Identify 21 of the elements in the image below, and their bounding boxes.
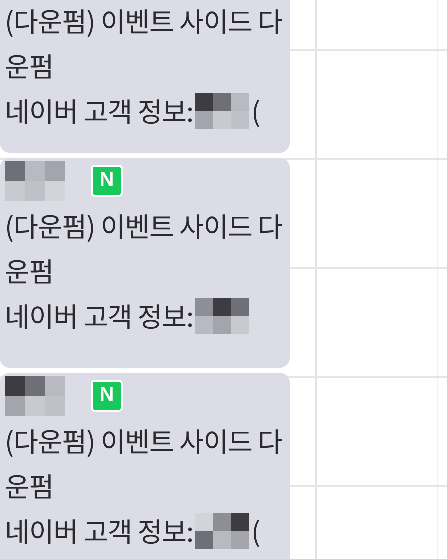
event-title: (다운펌) 이벤트 사이드 다 <box>5 1 282 40</box>
event-title: 운펌 <box>5 251 54 290</box>
event-title: 운펌 <box>5 466 54 505</box>
event-title: (다운펌) 이벤트 사이드 다 <box>5 421 282 460</box>
event-title: (다운펌) 이벤트 사이드 다 <box>5 206 282 245</box>
naver-badge: N <box>91 380 123 412</box>
customer-info-label: 네이버 고객 정보: <box>5 296 194 335</box>
redaction-mosaic <box>5 160 65 200</box>
naver-badge: N <box>91 164 123 196</box>
event-card[interactable]: N (다운펌) 이벤트 사이드 다 운펌 네이버 고객 정보: <box>0 158 290 368</box>
redaction-mosaic <box>195 92 250 128</box>
redaction-mosaic <box>195 512 250 548</box>
parenthesis-text: ( <box>251 91 260 130</box>
customer-info-label: 네이버 고객 정보: <box>5 91 194 130</box>
parenthesis-text: ( <box>251 511 260 550</box>
redaction-mosaic <box>5 376 65 416</box>
event-card[interactable]: N (다운펌) 이벤트 사이드 다 운펌 네이버 고객 정보: ( <box>0 373 290 559</box>
redaction-mosaic <box>195 298 250 334</box>
event-card[interactable]: (다운펌) 이벤트 사이드 다 운펌 네이버 고객 정보: ( <box>0 0 290 153</box>
customer-info-label: 네이버 고객 정보: <box>5 511 194 550</box>
event-title: 운펌 <box>5 46 54 85</box>
